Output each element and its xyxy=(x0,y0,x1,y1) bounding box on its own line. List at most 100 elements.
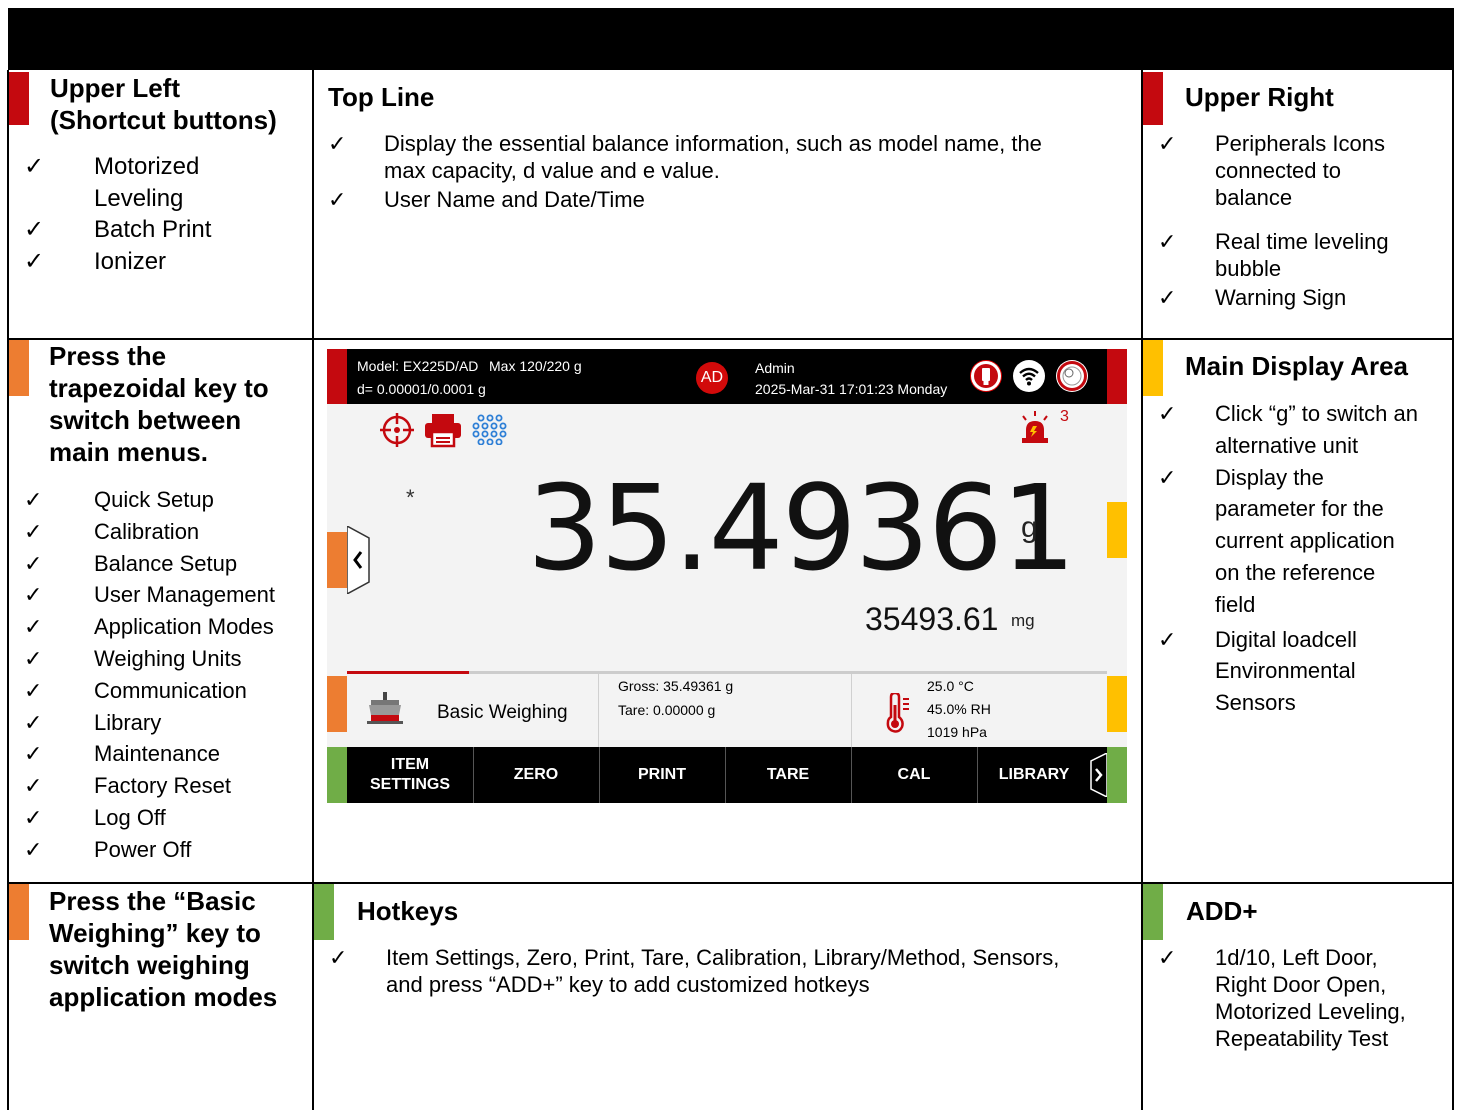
top-line-item1-l2: max capacity, d value and e value. xyxy=(384,158,720,183)
list-item: ✓ Peripherals Icons connected to balance xyxy=(1158,130,1448,211)
border-col1 xyxy=(312,70,314,1110)
key-label: LIBRARY xyxy=(998,766,1070,783)
balance-screen: Model: EX225D/AD Max 120/220 g d= 0.0000… xyxy=(327,349,1127,803)
screen-top-line: Model: EX225D/AD Max 120/220 g d= 0.0000… xyxy=(327,349,1127,404)
upper-right-title: Upper Right xyxy=(1185,82,1334,112)
warning-count: 3 xyxy=(1060,408,1069,425)
header-bar xyxy=(8,8,1454,70)
humidity-value: 45.0% RH xyxy=(927,701,991,717)
marker-green xyxy=(1107,747,1127,803)
list-item: ✓ Calibration xyxy=(24,516,275,548)
main-weight-value: 35.49361 xyxy=(527,459,1076,597)
list-item: ✓ Digital loadcell Environmental Sensors xyxy=(1158,624,1448,719)
list-item: ✓ Batch Print xyxy=(24,214,211,246)
list-item-text: Weighing Units xyxy=(94,645,242,671)
check-icon: ✓ xyxy=(24,247,45,275)
check-icon: ✓ xyxy=(1158,626,1177,652)
check-icon: ✓ xyxy=(24,550,43,576)
divider xyxy=(598,674,599,747)
model-name: Model: EX225D/AD xyxy=(357,358,479,374)
list-line: bubble xyxy=(1215,256,1282,281)
main-unit-button[interactable]: g xyxy=(1021,511,1038,545)
list-item: ✓ 1d/10, Left Door, Right Door Open, Mot… xyxy=(1158,944,1448,1052)
zero-button[interactable]: ZERO xyxy=(473,747,599,803)
check-icon: ✓ xyxy=(24,153,45,180)
list-line: and press “ADD+” key to add customized h… xyxy=(386,972,870,997)
menus-title-line: main menus. xyxy=(49,437,208,467)
pressure-value: 1019 hPa xyxy=(927,724,987,740)
application-row: Basic Weighing Gross: 35.49361 g Tare: 0… xyxy=(327,674,1127,747)
chevron-right-icon[interactable] xyxy=(1089,753,1107,797)
gross-value: Gross: 35.49361 g xyxy=(618,678,734,694)
check-icon: ✓ xyxy=(24,582,43,608)
thermometer-icon[interactable] xyxy=(885,693,913,733)
upper-right-list: ✓ Peripherals Icons connected to balance… xyxy=(1158,130,1448,311)
list-line: 1d/10, Left Door, xyxy=(1215,945,1378,970)
check-icon: ✓ xyxy=(24,709,43,735)
list-item-text: Calibration xyxy=(94,518,200,544)
list-item-text: Quick Setup xyxy=(94,487,214,512)
list-line: Sensors xyxy=(1215,690,1296,716)
item-settings-button[interactable]: ITEM SETTINGS xyxy=(347,747,473,803)
level-bubble-icon[interactable] xyxy=(1056,360,1088,392)
upper-left-list: ✓ Motorized Leveling ✓ Batch Print ✓ Ionize… xyxy=(24,151,211,277)
tare-button[interactable]: TARE xyxy=(725,747,851,803)
check-icon: ✓ xyxy=(24,216,45,243)
list-item: ✓ Display the parameter for the current … xyxy=(1158,462,1448,621)
list-item-text: User Management xyxy=(94,582,275,608)
check-icon: ✓ xyxy=(329,945,348,970)
cal-button[interactable]: CAL xyxy=(851,747,977,803)
list-item-text: Communication xyxy=(94,677,247,703)
check-icon: ✓ xyxy=(24,645,43,671)
ionizer-icon[interactable] xyxy=(471,413,509,445)
main-display-title: Main Display Area xyxy=(1185,351,1409,381)
list-item-text: Log Off xyxy=(94,804,166,830)
chevron-left-icon[interactable] xyxy=(347,526,371,594)
list-item-text: Factory Reset xyxy=(94,773,231,799)
check-icon: ✓ xyxy=(24,836,43,862)
border-right xyxy=(1452,70,1454,1110)
user-avatar[interactable]: AD xyxy=(696,362,728,394)
menus-list: ✓ Quick Setup ✓ Calibration ✓ Balance Setup… xyxy=(24,484,275,866)
list-item: ✓ Warning Sign xyxy=(1158,284,1448,311)
check-icon: ✓ xyxy=(1158,401,1177,426)
add-plus-list: ✓ 1d/10, Left Door, Right Door Open, Mot… xyxy=(1158,944,1448,1052)
printer-icon[interactable] xyxy=(423,412,463,448)
key-label: ITEM xyxy=(390,756,430,773)
accent-green xyxy=(314,884,334,940)
hotkeys-title: Hotkeys xyxy=(357,896,459,926)
leveling-icon[interactable] xyxy=(377,412,417,448)
check-icon: ✓ xyxy=(24,487,43,512)
max-capacity: Max 120/220 g xyxy=(489,358,582,374)
list-line: Digital loadcell xyxy=(1215,626,1357,652)
list-item: ✓ Real time leveling bubble xyxy=(1158,228,1448,282)
list-item-text: Power Off xyxy=(94,836,192,862)
usb-icon[interactable] xyxy=(970,360,1002,392)
marker-green xyxy=(327,747,347,803)
list-line: Peripherals Icons xyxy=(1215,131,1385,156)
basic-weighing-key[interactable]: Basic Weighing xyxy=(437,702,568,724)
temperature-value: 25.0 °C xyxy=(927,678,974,694)
list-item: ✓ User Name and Date/Time xyxy=(328,186,1128,213)
accent-green xyxy=(1143,884,1163,940)
check-icon: ✓ xyxy=(24,677,43,703)
key-label: TARE xyxy=(766,766,810,783)
border-left xyxy=(7,70,9,1110)
key-label: CAL xyxy=(897,766,931,783)
list-line: Real time leveling xyxy=(1215,229,1389,254)
wifi-icon[interactable] xyxy=(1013,360,1045,392)
list-item: ✓ Log Off xyxy=(24,802,275,834)
top-line-item1-l1: Display the essential balance informatio… xyxy=(384,131,1042,156)
list-item: Leveling xyxy=(24,183,211,215)
check-icon: ✓ xyxy=(24,518,43,544)
library-button[interactable]: LIBRARY xyxy=(977,747,1091,803)
list-item: ✓ Factory Reset xyxy=(24,770,275,802)
top-line-list: ✓ Display the essential balance informat… xyxy=(328,130,1128,213)
list-item-text: Balance Setup xyxy=(94,550,238,576)
print-button[interactable]: PRINT xyxy=(599,747,725,803)
list-line: alternative unit xyxy=(1215,432,1359,458)
basic-weighing-title-line: Press the “Basic xyxy=(49,886,256,916)
warning-siren-icon[interactable] xyxy=(1017,409,1053,445)
balance-icon[interactable] xyxy=(365,690,405,726)
list-item-text: Application Modes xyxy=(94,614,274,640)
